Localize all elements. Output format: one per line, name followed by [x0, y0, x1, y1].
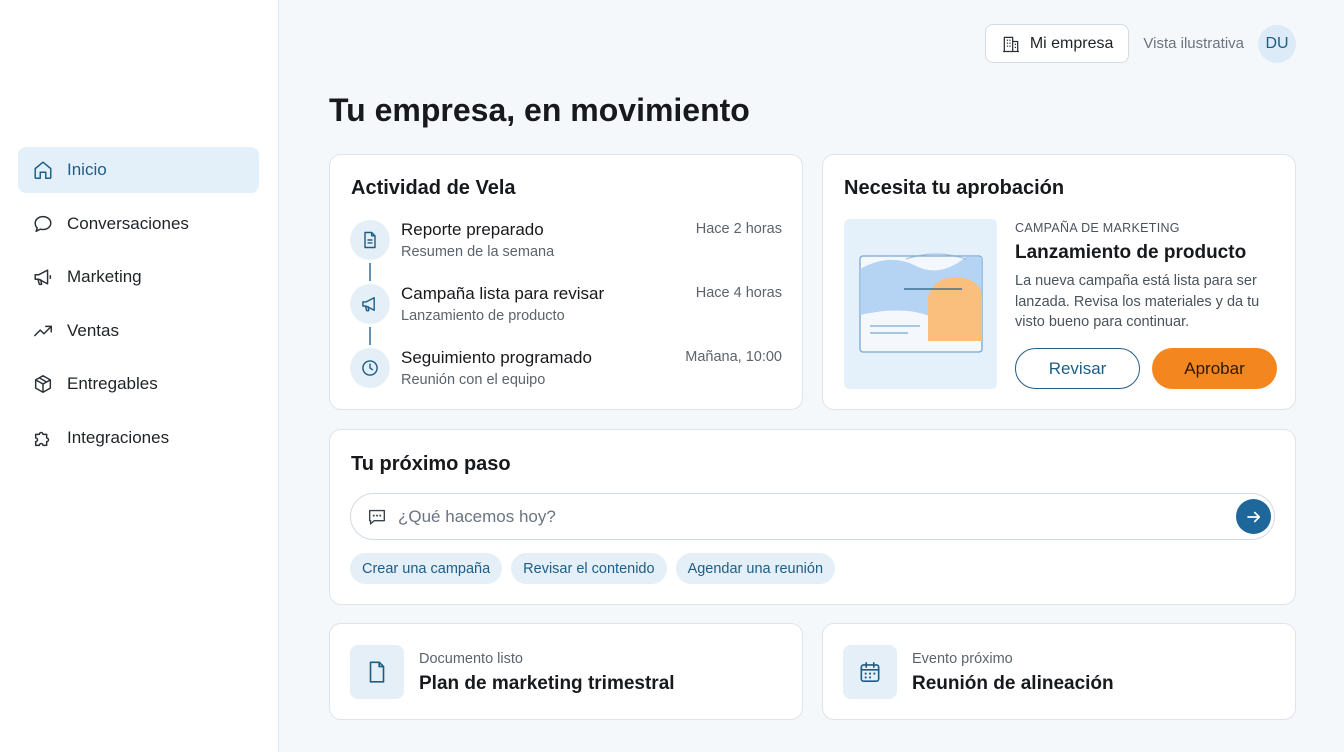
- sidebar-item-label: Conversaciones: [67, 213, 189, 233]
- sidebar-item-conversaciones[interactable]: Conversaciones: [18, 201, 259, 247]
- upcoming-event-tile[interactable]: Evento próximo Reunión de alineación: [822, 623, 1296, 720]
- activity-item-time: Hace 2 horas: [695, 221, 782, 237]
- activity-item-title: Reporte preparado: [401, 220, 544, 239]
- top-bar: Mi empresa Vista ilustrativa DU: [984, 24, 1296, 63]
- view-label: Vista ilustrativa: [1143, 35, 1244, 52]
- page-title: Tu empresa, en movimiento: [329, 92, 750, 128]
- megaphone-icon: [31, 265, 55, 289]
- company-selector-button[interactable]: Mi empresa: [984, 24, 1130, 63]
- sidebar-item-label: Integraciones: [67, 427, 170, 447]
- activity-item-title: Seguimiento programado: [401, 348, 592, 367]
- suggestion-chip[interactable]: Revisar el contenido: [511, 553, 667, 584]
- chat-bubble-icon: [368, 509, 386, 525]
- activity-item[interactable]: Campaña lista para revisar Lanzamiento d…: [350, 284, 782, 348]
- next-step-card: Tu próximo paso Crear una campaña Revisa…: [329, 429, 1296, 605]
- activity-item[interactable]: Seguimiento programado Reunión con el eq…: [350, 348, 782, 412]
- suggestion-chip[interactable]: Crear una campaña: [350, 553, 503, 584]
- tile-kicker: Documento listo: [419, 651, 523, 667]
- sidebar: Inicio Conversaciones Marketing Ventas E…: [0, 0, 279, 752]
- home-icon: [31, 158, 55, 182]
- avatar[interactable]: DU: [1258, 24, 1296, 63]
- activity-item-time: Mañana, 10:00: [685, 349, 782, 365]
- sidebar-item-label: Entregables: [67, 374, 158, 393]
- package-icon: [31, 372, 55, 396]
- sidebar-item-label: Marketing: [67, 267, 142, 286]
- clock-icon: [350, 348, 390, 388]
- approval-card-title: Necesita tu aprobación: [844, 177, 1065, 199]
- tile-kicker: Evento próximo: [912, 651, 1013, 667]
- tile-title: Reunión de alineación: [912, 673, 1114, 694]
- chat-bubble-icon: [31, 212, 55, 236]
- arrow-right-icon: [1246, 511, 1260, 522]
- timeline-connector: [369, 263, 371, 281]
- prompt-box: [350, 493, 1275, 540]
- sidebar-item-entregables[interactable]: Entregables: [18, 361, 259, 407]
- sidebar-item-label: Ventas: [67, 320, 119, 340]
- puzzle-icon: [31, 426, 55, 450]
- activity-card: Actividad de Vela Reporte preparado Resu…: [329, 154, 803, 410]
- sidebar-item-integraciones[interactable]: Integraciones: [18, 415, 259, 461]
- suggestion-chips: Crear una campaña Revisar el contenido A…: [350, 553, 844, 584]
- activity-item[interactable]: Reporte preparado Resumen de la semana H…: [350, 220, 782, 284]
- timeline-connector: [369, 327, 371, 345]
- activity-item-subtitle: Lanzamiento de producto: [401, 308, 565, 324]
- sidebar-item-label: Inicio: [67, 160, 107, 179]
- file-icon: [350, 645, 404, 699]
- calendar-icon: [843, 645, 897, 699]
- approval-description: La nueva campaña está lista para ser lan…: [1015, 273, 1260, 330]
- main-content: Mi empresa Vista ilustrativa DU Tu empre…: [279, 0, 1344, 752]
- review-button[interactable]: Revisar: [1015, 348, 1140, 389]
- document-icon: [350, 220, 390, 260]
- sidebar-item-ventas[interactable]: Ventas: [18, 308, 259, 354]
- activity-card-title: Actividad de Vela: [351, 177, 516, 199]
- approval-item-title: Lanzamiento de producto: [1015, 242, 1247, 263]
- send-button[interactable]: [1236, 499, 1271, 534]
- activity-item-subtitle: Resumen de la semana: [401, 244, 555, 260]
- approve-button[interactable]: Aprobar: [1152, 348, 1277, 389]
- approval-card: Necesita tu aprobación CAMPAÑA DE MARKET…: [822, 154, 1296, 410]
- activity-item-subtitle: Reunión con el equipo: [401, 372, 546, 388]
- next-step-title: Tu próximo paso: [351, 453, 511, 475]
- campaign-preview-image: [844, 219, 997, 389]
- activity-item-title: Campaña lista para revisar: [401, 284, 605, 303]
- document-ready-tile[interactable]: Documento listo Plan de marketing trimes…: [329, 623, 803, 720]
- tile-title: Plan de marketing trimestral: [419, 673, 675, 694]
- building-icon: [1002, 36, 1019, 52]
- sidebar-item-inicio[interactable]: Inicio: [18, 147, 259, 193]
- approval-kicker: CAMPAÑA DE MARKETING: [1015, 221, 1180, 235]
- megaphone-icon: [350, 284, 390, 324]
- suggestion-chip[interactable]: Agendar una reunión: [675, 553, 836, 584]
- activity-list: Reporte preparado Resumen de la semana H…: [350, 220, 782, 412]
- sidebar-item-marketing[interactable]: Marketing: [18, 254, 259, 300]
- trending-up-icon: [31, 319, 55, 343]
- sidebar-nav: Inicio Conversaciones Marketing Ventas E…: [18, 147, 259, 468]
- activity-item-time: Hace 4 horas: [695, 285, 782, 301]
- prompt-input[interactable]: [398, 506, 1218, 527]
- company-label: Mi empresa: [1029, 34, 1114, 52]
